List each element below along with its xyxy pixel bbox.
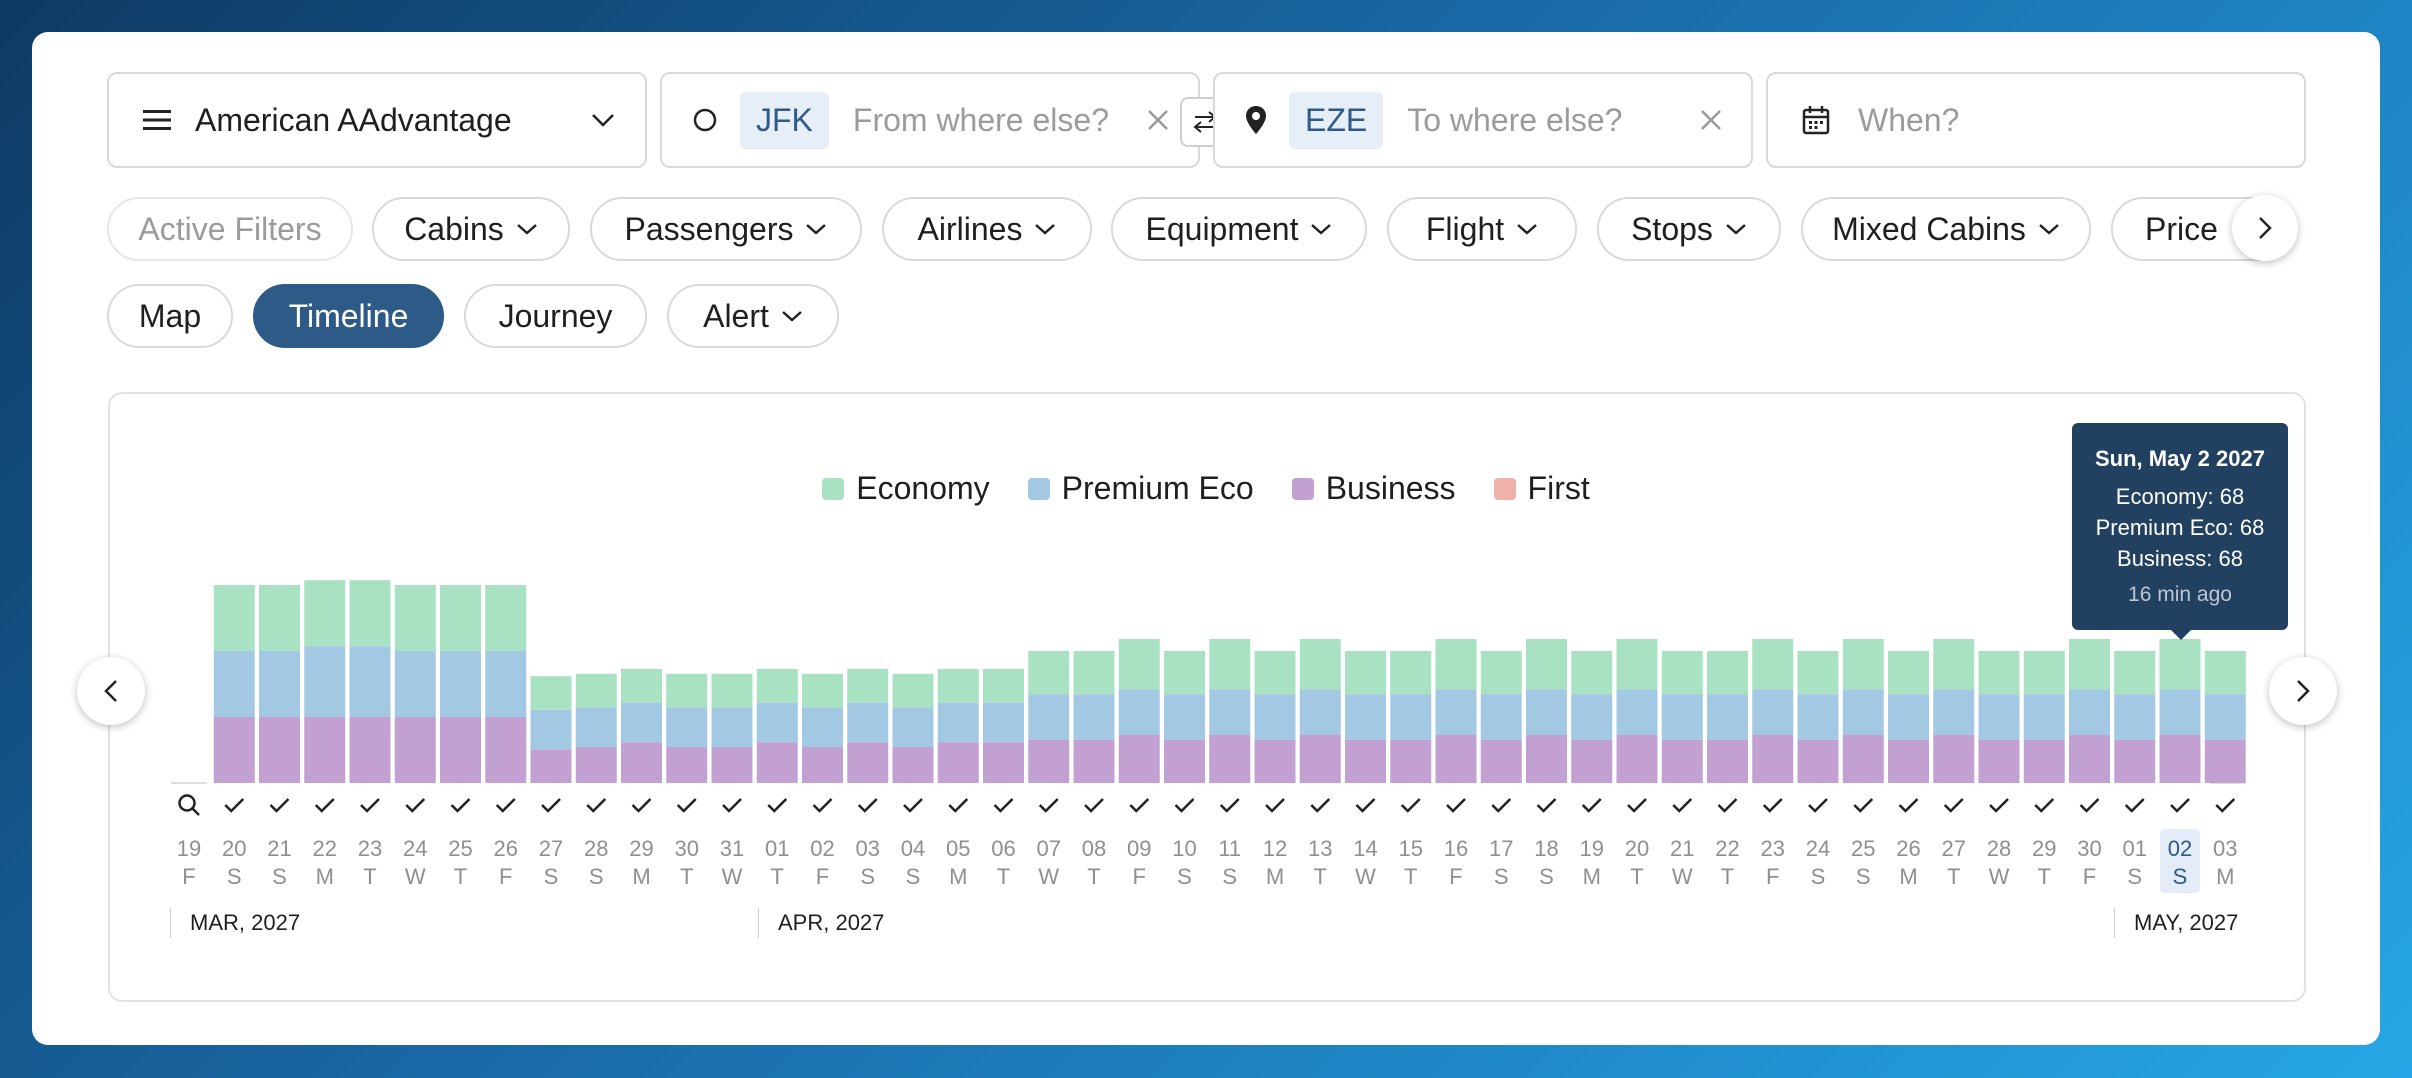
- filter-airlines-label: Airlines: [917, 210, 1023, 247]
- month-divider: [2114, 908, 2115, 938]
- origin-circle-icon: [692, 107, 718, 133]
- when-input[interactable]: When?: [1858, 102, 1959, 139]
- view-timeline-label: Timeline: [288, 297, 409, 334]
- chevron-down-icon: [1725, 223, 1747, 235]
- legend-first-label: First: [1527, 470, 1590, 506]
- program-select[interactable]: American AAdvantage: [107, 72, 647, 168]
- chevron-down-icon: [805, 223, 827, 235]
- month-label-apr: APR, 2027: [778, 910, 885, 935]
- filter-flight[interactable]: Flight: [1387, 197, 1577, 261]
- legend-business[interactable]: Business: [1291, 470, 1456, 507]
- active-filters-label: Active Filters: [138, 210, 322, 247]
- filter-equipment-label: Equipment: [1145, 210, 1299, 247]
- chart-next-button[interactable]: [2269, 657, 2337, 725]
- filter-cabins-label: Cabins: [404, 210, 504, 247]
- legend-premium-label: Premium Eco: [1061, 470, 1254, 506]
- filter-passengers[interactable]: Passengers: [590, 197, 862, 261]
- filter-cabins[interactable]: Cabins: [372, 197, 570, 261]
- chevron-down-icon: [591, 113, 615, 127]
- chevron-down-icon: [2038, 223, 2060, 235]
- view-journey-label: Journey: [498, 297, 613, 334]
- program-label: American AAdvantage: [195, 101, 512, 138]
- chevron-down-icon: [1516, 223, 1538, 235]
- clear-to-icon[interactable]: [1699, 108, 1723, 132]
- legend-economy-label: Economy: [856, 470, 990, 506]
- to-field[interactable]: EZE To where else?: [1213, 72, 1753, 168]
- legend-premium-eco[interactable]: Premium Eco: [1027, 470, 1254, 507]
- menu-icon: [143, 108, 171, 132]
- legend-economy[interactable]: Economy: [822, 470, 990, 507]
- when-field[interactable]: When?: [1766, 72, 2306, 168]
- bar-tooltip: Sun, May 2 2027 Economy: 68 Premium Eco:…: [2072, 423, 2288, 640]
- chevron-left-icon: [104, 679, 118, 703]
- legend-business-swatch: [1291, 477, 1314, 500]
- view-journey[interactable]: Journey: [464, 284, 647, 348]
- chart-legend: Economy Premium Eco Business First: [0, 470, 2412, 507]
- chevron-down-icon: [781, 310, 803, 322]
- filter-flight-label: Flight: [1425, 210, 1505, 247]
- view-map[interactable]: Map: [107, 284, 233, 348]
- alert-dropdown[interactable]: Alert: [667, 284, 839, 348]
- chevron-right-icon: [2296, 679, 2310, 703]
- clear-from-icon[interactable]: [1146, 108, 1170, 132]
- month-label-may: MAY, 2027: [2134, 910, 2239, 935]
- tooltip-economy: Economy: 68: [2115, 484, 2245, 509]
- chevron-down-icon: [1310, 223, 1332, 235]
- alert-label: Alert: [703, 297, 769, 334]
- view-timeline[interactable]: Timeline: [253, 284, 444, 348]
- filter-price-label: Price: [2145, 210, 2218, 247]
- filter-passengers-label: Passengers: [624, 210, 794, 247]
- month-divider: [758, 908, 759, 938]
- legend-business-label: Business: [1325, 470, 1456, 506]
- filter-airlines[interactable]: Airlines: [882, 197, 1092, 261]
- month-divider: [170, 908, 171, 938]
- tooltip-title: Sun, May 2 2027: [2095, 446, 2265, 471]
- legend-economy-swatch: [822, 477, 845, 500]
- chevron-down-icon: [516, 223, 538, 235]
- chart-prev-button[interactable]: [77, 657, 145, 725]
- chevron-right-icon: [2258, 216, 2272, 240]
- calendar-icon: [1802, 105, 1830, 135]
- filter-mixed-cabins[interactable]: Mixed Cabins: [1801, 197, 2091, 261]
- from-input[interactable]: From where else?: [853, 102, 1109, 139]
- from-field[interactable]: JFK From where else?: [660, 72, 1200, 168]
- tooltip-business: Business: 68: [2117, 546, 2243, 571]
- to-code: EZE: [1289, 91, 1384, 149]
- active-filters-chip: Active Filters: [107, 197, 353, 261]
- view-map-label: Map: [138, 297, 202, 334]
- tooltip-age: 16 min ago: [2128, 583, 2232, 606]
- filters-scroll-right-button[interactable]: [2232, 195, 2298, 261]
- from-code: JFK: [740, 91, 829, 149]
- tooltip-premium: Premium Eco: 68: [2095, 515, 2265, 540]
- month-label-mar: MAR, 2027: [190, 910, 301, 935]
- legend-first[interactable]: First: [1493, 470, 1590, 507]
- filter-stops[interactable]: Stops: [1597, 197, 1781, 261]
- location-pin-icon: [1245, 105, 1267, 135]
- filter-equipment[interactable]: Equipment: [1111, 197, 1367, 261]
- to-input[interactable]: To where else?: [1407, 102, 1622, 139]
- filter-stops-label: Stops: [1631, 210, 1713, 247]
- legend-premium-swatch: [1027, 477, 1050, 500]
- filter-mixed-cabins-label: Mixed Cabins: [1832, 210, 2026, 247]
- chevron-down-icon: [1034, 223, 1056, 235]
- legend-first-swatch: [1493, 477, 1516, 500]
